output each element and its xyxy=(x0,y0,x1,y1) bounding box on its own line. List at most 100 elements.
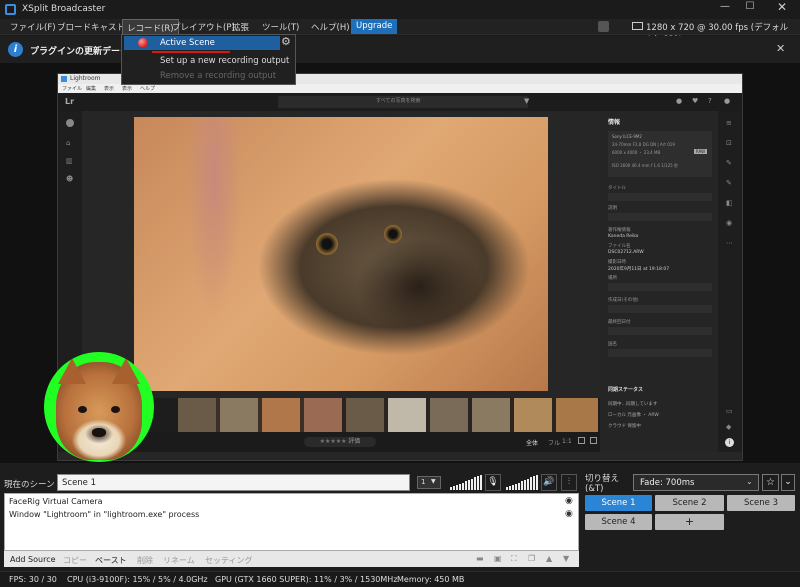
transition-menu-chevron-icon[interactable]: ⌄ xyxy=(781,474,795,491)
title-input[interactable] xyxy=(608,193,712,201)
copy-button[interactable]: コピー xyxy=(63,555,87,566)
field-copyright: Kaneda Reiko xyxy=(608,234,639,239)
radial-icon[interactable]: ◉ xyxy=(726,219,732,227)
upgrade-button[interactable]: Upgrade xyxy=(351,19,398,34)
crop-icon[interactable]: ⊡ xyxy=(726,139,732,147)
audio-mixer-icon[interactable]: ⫶ xyxy=(561,474,577,491)
scene-1-button[interactable]: Scene 1 xyxy=(585,495,652,511)
help-icon[interactable]: ? xyxy=(708,97,712,105)
filmstrip[interactable] xyxy=(82,398,600,432)
speaker-icon[interactable]: 🔊 xyxy=(541,474,557,491)
maximize-button[interactable]: ☐ xyxy=(740,1,760,17)
gradient-icon[interactable]: ◧ xyxy=(726,199,733,207)
group-icon[interactable]: ❐ xyxy=(528,554,535,563)
filmstrip-thumbs[interactable] xyxy=(178,398,598,432)
lightroom-window-source[interactable]: Lightroom ファイル 編集 表示 表示 ヘルプ Lr すべての写真を検索… xyxy=(57,73,743,461)
mic-level-bars xyxy=(450,475,482,490)
heal-icon[interactable]: ✎ xyxy=(726,179,732,187)
source-name: Window "Lightroom" in "lightroom.exe" pr… xyxy=(9,510,200,519)
minimize-button[interactable]: — xyxy=(715,1,735,17)
fit-icon[interactable]: ⛶ xyxy=(511,554,517,564)
close-button[interactable]: ✕ xyxy=(770,0,794,18)
compare-view-icon[interactable] xyxy=(590,437,597,444)
location-input[interactable] xyxy=(608,283,712,291)
edit-icon[interactable]: ≡ xyxy=(726,119,732,127)
scene-4-button[interactable]: Scene 4 xyxy=(585,514,652,530)
bell-icon[interactable]: ♥ xyxy=(692,97,698,105)
gpu-readout: GPU (GTX 1660 SUPER): 11% / 3% / 1530MHz xyxy=(215,575,398,584)
filter-all[interactable]: 全体 xyxy=(526,438,538,447)
facerig-camera-source[interactable] xyxy=(44,352,154,462)
filter-full[interactable]: フル xyxy=(548,438,560,447)
more-icon[interactable]: ⋯ xyxy=(726,239,733,247)
people-icon[interactable]: ☻ xyxy=(66,175,73,183)
cat-photo[interactable] xyxy=(134,117,548,391)
menu-file[interactable]: ファイル(F) xyxy=(10,21,56,33)
active-scene-item[interactable]: Active Scene xyxy=(124,36,280,50)
country-input[interactable] xyxy=(608,349,712,357)
folder-icon[interactable]: ▬ xyxy=(476,554,484,563)
menu-extensions[interactable]: 拡張 xyxy=(232,21,249,33)
paste-button[interactable]: ペースト xyxy=(95,555,127,566)
microphone-icon[interactable]: 🎙 xyxy=(485,474,501,491)
lr-menu-view2[interactable]: 表示 xyxy=(122,85,132,92)
rename-button[interactable]: リネーム xyxy=(163,555,195,566)
field-filename-label: ファイル名 xyxy=(608,244,631,249)
source-row[interactable]: FaceRig Virtual Camera ◉ xyxy=(5,496,578,509)
lock-icon[interactable]: ▣ xyxy=(494,554,502,563)
last-date-input[interactable] xyxy=(608,327,712,335)
menu-record[interactable]: レコード(R) xyxy=(122,19,179,35)
caption-input[interactable] xyxy=(608,213,712,221)
menu-playout[interactable]: プレイアウト(P) xyxy=(172,21,235,33)
comment-icon[interactable]: ▭ xyxy=(726,407,733,415)
filter-icon[interactable]: ▼ xyxy=(524,97,529,105)
share-icon[interactable] xyxy=(598,21,609,32)
add-photo-icon[interactable] xyxy=(66,119,74,127)
account-icon[interactable]: ● xyxy=(724,97,730,105)
scene-3-button[interactable]: Scene 3 xyxy=(727,495,795,511)
lr-menu-view[interactable]: 表示 xyxy=(104,85,114,92)
other-input[interactable] xyxy=(608,305,712,313)
visibility-eye-icon[interactable]: ◉ xyxy=(565,509,573,519)
scene-name-input[interactable]: Scene 1 xyxy=(57,474,410,491)
home-icon[interactable]: ⌂ xyxy=(66,139,70,147)
notification-close-icon[interactable]: ✕ xyxy=(776,42,785,55)
field-filename: DSC02712.ARW xyxy=(608,250,644,255)
transition-select[interactable]: Fade: 700ms ⌄ xyxy=(633,474,759,491)
add-source-button[interactable]: Add Source xyxy=(10,555,56,564)
filter-ratio[interactable]: 1:1 xyxy=(562,438,572,445)
memory-readout: Memory: 450 MB xyxy=(397,575,465,584)
add-scene-button[interactable]: + xyxy=(655,514,724,530)
scene-page-select[interactable]: 1 ▼ xyxy=(417,476,441,489)
lr-menu-edit[interactable]: 編集 xyxy=(86,85,96,92)
brush-icon[interactable]: ✎ xyxy=(726,159,732,167)
menu-tools[interactable]: ツール(T) xyxy=(262,21,299,33)
delete-button[interactable]: 削除 xyxy=(137,555,153,566)
grid-view-icon[interactable] xyxy=(578,437,585,444)
cloud-icon[interactable]: ● xyxy=(676,97,682,105)
title-bar: XSplit Broadcaster — ☐ ✕ xyxy=(0,0,800,19)
visibility-eye-icon[interactable]: ◉ xyxy=(565,496,573,506)
settings-button[interactable]: セッティング xyxy=(205,555,253,566)
settings-gear-icon[interactable]: ⚙ xyxy=(281,35,291,48)
cat-eye xyxy=(316,233,338,255)
setup-recording-item[interactable]: Set up a new recording output xyxy=(160,56,289,66)
rating-stars[interactable]: ★★★★★ 評価 xyxy=(304,437,376,447)
dog-eye-left xyxy=(78,406,87,413)
source-row[interactable]: Window "Lightroom" in "lightroom.exe" pr… xyxy=(5,509,578,522)
lr-menu-file[interactable]: ファイル xyxy=(62,85,82,92)
favorite-star-icon[interactable]: ☆ xyxy=(762,474,779,491)
scene-2-button[interactable]: Scene 2 xyxy=(655,495,724,511)
move-up-icon[interactable]: ▲ xyxy=(546,554,552,563)
lightroom-search-input[interactable]: すべての写真を検索 xyxy=(278,96,528,108)
field-copyright-label: 著作権情報 xyxy=(608,228,631,233)
menu-help[interactable]: ヘルプ(H) xyxy=(311,21,350,33)
info-panel-icon[interactable]: i xyxy=(725,438,734,447)
move-down-icon[interactable]: ▼ xyxy=(563,554,569,563)
library-icon[interactable]: ▥ xyxy=(66,157,73,165)
sources-list[interactable]: FaceRig Virtual Camera ◉ Window "Lightro… xyxy=(4,493,579,551)
camera-info-box: Sony ILCE-9M2 24-70mm F2.8 DG DN | Art 0… xyxy=(608,131,712,177)
raw-badge: RAW xyxy=(694,149,708,154)
lr-menu-help[interactable]: ヘルプ xyxy=(140,85,155,92)
tag-icon[interactable]: ◆ xyxy=(726,423,731,431)
